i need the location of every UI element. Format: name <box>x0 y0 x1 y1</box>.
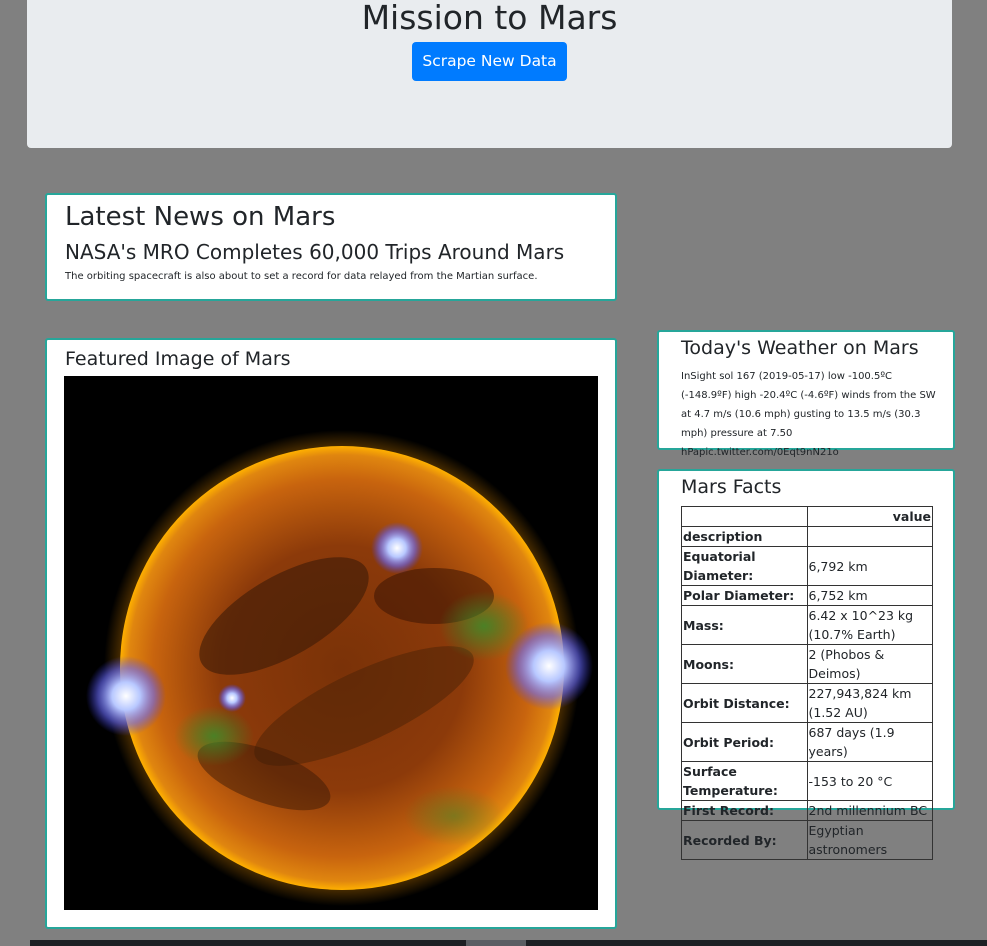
facts-value-column-header: value <box>806 506 933 527</box>
table-row: Equatorial Diameter: 6,792 km <box>681 546 933 586</box>
table-row: Recorded By: Egyptian astronomers <box>681 820 933 860</box>
fact-label: Mass: <box>681 605 808 645</box>
facts-index-row: description <box>681 526 933 547</box>
featured-image-heading: Featured Image of Mars <box>65 348 291 370</box>
news-title: NASA's MRO Completes 60,000 Trips Around… <box>65 240 565 264</box>
fact-value: -153 to 20 °C <box>806 761 933 801</box>
news-teaser: The orbiting spacecraft is also about to… <box>65 271 538 282</box>
table-row: Moons: 2 (Phobos & Deimos) <box>681 644 933 684</box>
table-row: Orbit Period: 687 days (1.9 years) <box>681 722 933 762</box>
fact-value: 6,752 km <box>806 585 933 606</box>
fact-value: 227,943,824 km (1.52 AU) <box>806 683 933 723</box>
featured-image-card: Featured Image of Mars <box>45 338 617 929</box>
mars-facts-table: value description Equatorial Diameter: 6… <box>681 506 933 860</box>
table-row: Orbit Distance: 227,943,824 km (1.52 AU) <box>681 683 933 723</box>
fact-label: Orbit Distance: <box>681 683 808 723</box>
featured-image <box>64 376 598 910</box>
fact-value: 6,792 km <box>806 546 933 586</box>
fact-label: Orbit Period: <box>681 722 808 762</box>
facts-heading: Mars Facts <box>681 476 782 498</box>
fact-value: 2 (Phobos & Deimos) <box>806 644 933 684</box>
page-title: Mission to Mars <box>361 0 618 37</box>
news-section-heading: Latest News on Mars <box>65 202 336 232</box>
horizontal-scrollbar-thumb[interactable] <box>466 940 526 946</box>
fact-label: Surface Temperature: <box>681 761 808 801</box>
table-row: First Record: 2nd millennium BC <box>681 800 933 821</box>
fact-label: First Record: <box>681 800 808 821</box>
fact-value: 687 days (1.9 years) <box>806 722 933 762</box>
weather-report: InSight sol 167 (2019-05-17) low -100.5º… <box>681 371 936 458</box>
fact-label: Equatorial Diameter: <box>681 546 808 586</box>
latest-news-card: Latest News on Mars NASA's MRO Completes… <box>45 193 617 301</box>
facts-corner-cell <box>681 506 808 527</box>
weather-heading: Today's Weather on Mars <box>681 337 919 359</box>
scrape-new-data-button[interactable]: Scrape New Data <box>412 42 567 81</box>
jumbotron-header: Mission to Mars Scrape New Data <box>27 0 952 148</box>
facts-index-label: description <box>681 526 808 547</box>
table-row: Polar Diameter: 6,752 km <box>681 585 933 606</box>
fact-label: Recorded By: <box>681 820 808 860</box>
fact-label: Polar Diameter: <box>681 585 808 606</box>
sun-image-icon <box>64 376 598 910</box>
fact-label: Moons: <box>681 644 808 684</box>
fact-value: 6.42 x 10^23 kg (10.7% Earth) <box>806 605 933 645</box>
mars-weather-card: Today's Weather on Mars InSight sol 167 … <box>657 330 955 458</box>
fact-value: 2nd millennium BC <box>806 800 933 821</box>
mars-facts-card: Mars Facts value description Equatorial … <box>657 469 955 860</box>
facts-header-row: value <box>681 506 933 527</box>
table-row: Mass: 6.42 x 10^23 kg (10.7% Earth) <box>681 605 933 645</box>
facts-index-empty-cell <box>806 526 933 547</box>
table-row: Surface Temperature: -153 to 20 °C <box>681 761 933 801</box>
fact-value: Egyptian astronomers <box>806 820 933 860</box>
